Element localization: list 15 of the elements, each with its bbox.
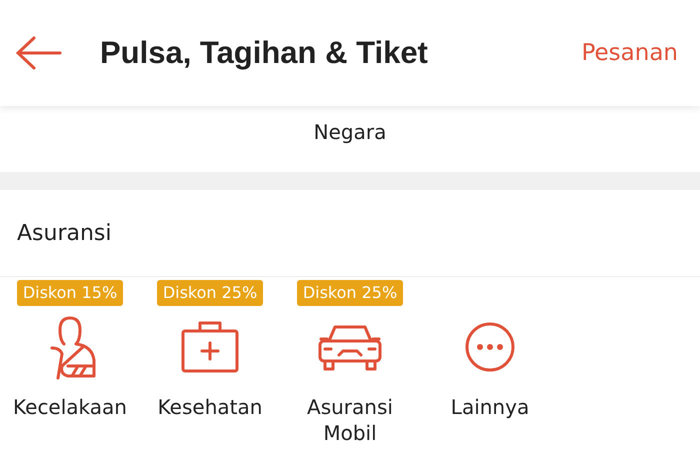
service-label[interactable]: Negara (314, 120, 386, 172)
first-aid-kit-icon (181, 321, 239, 373)
car-icon (317, 323, 383, 371)
section-title: Asuransi (17, 220, 112, 246)
discount-badge: Diskon 25% (296, 280, 404, 306)
insurance-label[interactable]: Asuransi Mobil (285, 394, 415, 446)
discount-badge: Diskon 25% (156, 280, 264, 306)
orders-link[interactable]: Pesanan (581, 40, 678, 66)
discount-badge: Diskon 15% (16, 280, 124, 306)
page-title: Pulsa, Tagihan & Tiket (100, 35, 429, 71)
back-arrow-icon (16, 36, 62, 70)
more-icon (464, 321, 516, 373)
insurance-label[interactable]: Kesehatan (145, 394, 275, 420)
insurance-label[interactable]: Kecelakaan (5, 394, 135, 420)
insurance-label[interactable]: Lainnya (425, 394, 555, 420)
